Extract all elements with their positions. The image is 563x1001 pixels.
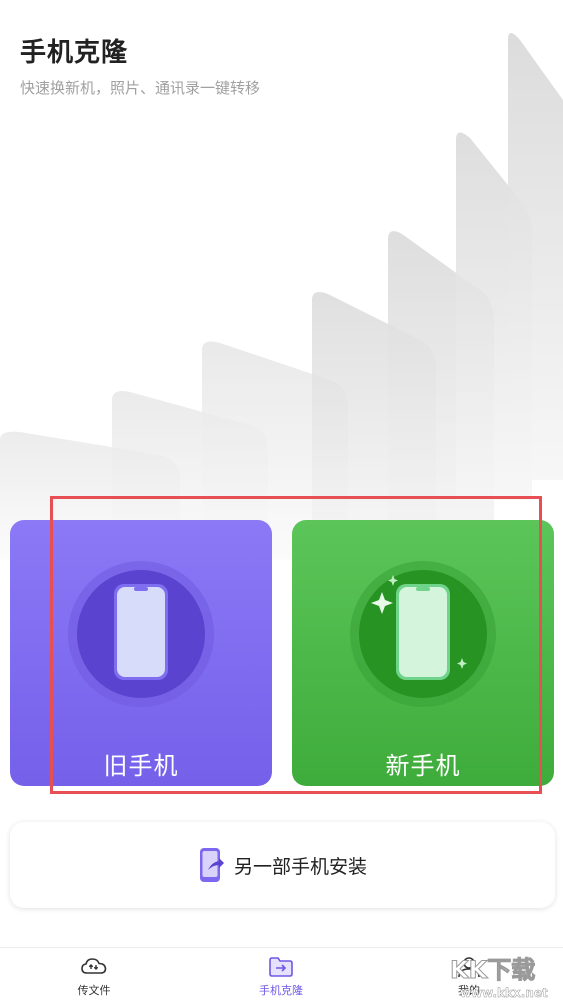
svg-text:www.kkx.net: www.kkx.net xyxy=(460,986,548,1000)
new-phone-label: 新手机 xyxy=(385,752,461,780)
folder-transfer-icon xyxy=(269,957,293,977)
page-subtitle: 快速换新机，照片、通讯录一键转移 xyxy=(20,79,261,97)
install-other-phone-button[interactable]: 另一部手机安装 xyxy=(10,822,555,908)
install-label: 另一部手机安装 xyxy=(233,855,367,878)
tab-clone-label: 手机克隆 xyxy=(259,984,303,997)
tab-phone-clone[interactable]: 手机克隆 xyxy=(236,956,326,998)
cloud-transfer-icon xyxy=(81,958,107,974)
svg-text:KK下载: KK下载 xyxy=(450,956,535,984)
tab-transfer-files[interactable]: 传文件 xyxy=(49,956,139,998)
kkx-watermark-logo: KK下载 www.kkx.net xyxy=(450,956,549,1001)
new-phone-card[interactable]: 新手机 xyxy=(292,520,554,786)
old-phone-label: 旧手机 xyxy=(103,752,179,780)
page-title: 手机克隆 xyxy=(20,38,129,68)
header: 手机克隆 快速换新机，照片、通讯录一键转移 xyxy=(20,32,260,98)
old-phone-card[interactable]: 旧手机 xyxy=(10,520,272,786)
tab-transfer-label: 传文件 xyxy=(77,984,111,997)
phone-share-icon xyxy=(199,848,224,882)
